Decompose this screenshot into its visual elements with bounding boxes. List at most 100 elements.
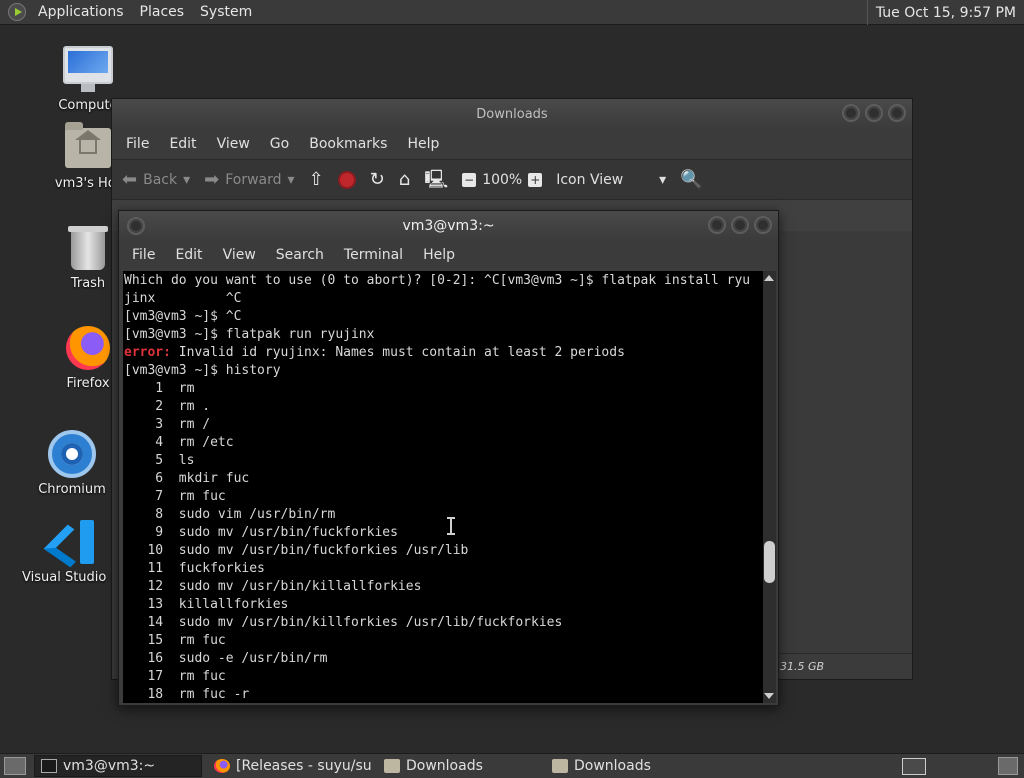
close-button[interactable] (754, 216, 772, 234)
desktop-icon-vscode[interactable]: Visual Studio Co (22, 520, 128, 585)
window-title: vm3@vm3:~ (402, 218, 495, 234)
taskbar-item-downloads[interactable]: Downloads (378, 755, 540, 777)
terminal-line: 6 mkdir fuc (124, 470, 763, 488)
terminal-line: 18 rm fuc -r (124, 686, 763, 703)
up-button[interactable]: ⇧ (308, 168, 324, 190)
folder-icon (384, 759, 400, 773)
menu-applications[interactable]: Applications (30, 4, 132, 20)
terminal-line-text: 4 rm /etc (124, 435, 234, 450)
terminal-line-text: 6 mkdir fuc (124, 471, 250, 486)
taskbar-item-firefox[interactable]: [Releases - suyu/suy... (208, 755, 372, 777)
terminal-line-text: 10 sudo mv /usr/bin/fuckforkies /usr/lib (124, 543, 469, 558)
taskbar-label: Downloads (574, 758, 651, 774)
arrow-up-icon: ⇧ (308, 168, 324, 190)
desktop-icon-label: Chromium (38, 482, 106, 497)
maximize-button[interactable] (865, 104, 883, 122)
arrow-left-icon: ⬅ (122, 168, 138, 190)
terminal-line: 9 sudo mv /usr/bin/fuckforkies (124, 524, 763, 542)
home-button[interactable]: ⌂ (399, 170, 410, 189)
file-manager-titlebar[interactable]: Downloads (112, 99, 912, 129)
terminal-line-text: 1 rm (124, 381, 195, 396)
show-desktop-button[interactable] (4, 757, 26, 775)
stop-icon (337, 170, 356, 189)
terminal-line: 8 sudo vim /usr/bin/rm (124, 506, 763, 524)
workspace-switcher[interactable] (902, 758, 926, 775)
menu-bookmarks[interactable]: Bookmarks (299, 136, 397, 152)
terminal-icon (41, 759, 57, 773)
chevron-down-icon[interactable]: ▾ (288, 172, 295, 188)
menu-view[interactable]: View (213, 247, 266, 263)
back-button[interactable]: ⬅ Back ▾ (122, 168, 190, 190)
file-view[interactable] (778, 232, 912, 662)
reload-button[interactable]: ↻ (369, 168, 385, 190)
chevron-down-icon[interactable]: ▾ (183, 172, 190, 188)
terminal-line-text: 9 sudo mv /usr/bin/fuckforkies (124, 525, 398, 540)
menu-edit[interactable]: Edit (159, 136, 206, 152)
taskbar-item-terminal[interactable]: vm3@vm3:~ (34, 755, 202, 777)
free-space: 31.5 GB (780, 660, 825, 673)
window-menu-button[interactable] (127, 217, 145, 235)
search-button[interactable]: 🔍 (680, 170, 702, 189)
distro-logo-icon[interactable] (8, 3, 26, 21)
scrollbar-thumb[interactable] (764, 541, 775, 583)
terminal-output[interactable]: Which do you want to use (0 to abort)? [… (123, 271, 763, 703)
view-mode-value: Icon View (556, 171, 624, 188)
terminal-line: error: Invalid id ryujinx: Names must co… (124, 344, 763, 362)
desktop-icon-chromium[interactable]: Chromium (22, 430, 122, 497)
terminal-line-text: 5 ls (124, 453, 195, 468)
zoom-in-icon[interactable]: + (528, 172, 543, 187)
top-panel: Applications Places System Tue Oct 15, 9… (0, 0, 1024, 25)
close-button[interactable] (888, 104, 906, 122)
terminal-line: 14 sudo mv /usr/bin/killforkies /usr/lib… (124, 614, 763, 632)
terminal-line: Which do you want to use (0 to abort)? [… (124, 272, 763, 290)
view-mode-select[interactable]: Icon View ▾ (556, 172, 666, 188)
terminal-line: 3 rm / (124, 416, 763, 434)
menu-search[interactable]: Search (266, 247, 334, 263)
menu-file[interactable]: File (116, 136, 159, 152)
taskbar-item-downloads[interactable]: Downloads (546, 755, 708, 777)
terminal-line-text: 7 rm fuc (124, 489, 226, 504)
clock[interactable]: Tue Oct 15, 9:57 PM (866, 0, 1024, 25)
menu-file[interactable]: File (122, 247, 165, 263)
terminal-line-text: 13 killallforkies (124, 597, 289, 612)
trash-applet-icon[interactable] (998, 757, 1018, 775)
maximize-button[interactable] (731, 216, 749, 234)
terminal-line: 5 ls (124, 452, 763, 470)
terminal-line-text: Invalid id ryujinx: Names must contain a… (170, 345, 625, 360)
menu-help[interactable]: Help (397, 136, 449, 152)
terminal-line: 17 rm fuc (124, 668, 763, 686)
taskbar-label: [Releases - suyu/suy... (236, 758, 372, 774)
computer-icon: 🖳 (424, 168, 449, 190)
terminal-line-text: 16 sudo -e /usr/bin/rm (124, 651, 328, 666)
scroll-down-icon[interactable] (764, 693, 774, 699)
computer-icon (63, 46, 113, 92)
zoom-control[interactable]: − 100% + (462, 172, 543, 188)
minimize-button[interactable] (708, 216, 726, 234)
stop-button[interactable] (337, 170, 356, 189)
forward-label: Forward (225, 171, 282, 188)
menu-system[interactable]: System (192, 4, 260, 20)
zoom-out-icon[interactable]: − (462, 172, 477, 187)
arrow-right-icon: ➡ (204, 168, 220, 190)
menu-view[interactable]: View (207, 136, 260, 152)
reload-icon: ↻ (369, 168, 385, 190)
menu-places[interactable]: Places (132, 4, 193, 20)
window-title: Downloads (476, 106, 548, 122)
scroll-up-icon[interactable] (764, 275, 774, 281)
computer-button[interactable]: 🖳 (424, 168, 449, 190)
terminal-scrollbar[interactable] (763, 271, 776, 703)
terminal-line: [vm3@vm3 ~]$ history (124, 362, 763, 380)
desktop-icon-label: Visual Studio Co (22, 570, 128, 585)
firefox-icon (66, 326, 110, 370)
terminal-titlebar[interactable]: vm3@vm3:~ (119, 211, 778, 241)
menu-edit[interactable]: Edit (165, 247, 212, 263)
minimize-button[interactable] (842, 104, 860, 122)
menu-help[interactable]: Help (413, 247, 465, 263)
menu-terminal[interactable]: Terminal (334, 247, 413, 263)
terminal-line-text: jinx ^C (124, 291, 242, 306)
chromium-icon (48, 430, 96, 478)
forward-button[interactable]: ➡ Forward ▾ (204, 168, 295, 190)
terminal-line: 16 sudo -e /usr/bin/rm (124, 650, 763, 668)
chevron-down-icon: ▾ (659, 171, 667, 188)
menu-go[interactable]: Go (260, 136, 299, 152)
